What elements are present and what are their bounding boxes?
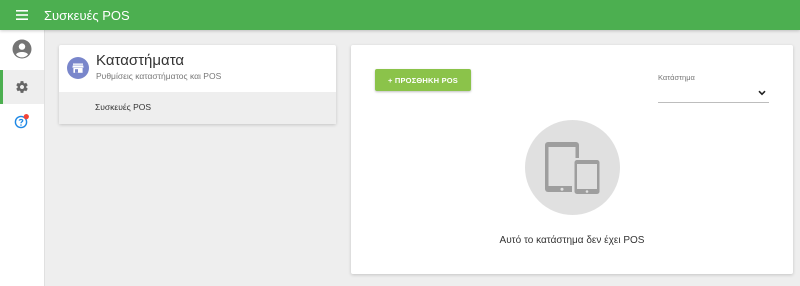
gear-icon (16, 81, 28, 93)
menu-item-pos-devices[interactable]: Συσκευές POS (59, 92, 336, 124)
notification-badge (23, 114, 29, 120)
add-pos-button[interactable]: + ΠΡΟΣΘΗΚΗ POS (375, 69, 471, 91)
help-icon (14, 114, 29, 129)
top-app-bar: Συσκευές POS (0, 0, 800, 30)
menu-icon (16, 10, 28, 20)
rail-item-account[interactable] (0, 32, 44, 66)
rail-item-settings[interactable] (0, 70, 44, 104)
store-avatar (67, 57, 89, 79)
empty-state-illustration (525, 120, 620, 215)
account-circle-icon (12, 39, 32, 59)
page-title: Συσκευές POS (44, 7, 130, 23)
menu-button[interactable] (0, 0, 44, 30)
card-subtitle: Ρυθμίσεις καταστήματος και POS (96, 71, 222, 81)
empty-state-message: Αυτό το κατάστημα δεν έχει POS (499, 235, 645, 246)
nav-rail (0, 30, 45, 286)
devices-icon (544, 141, 601, 196)
store-icon (72, 63, 84, 73)
pos-devices-panel: + ΠΡΟΣΘΗΚΗ POS Κατάστημα Αυτό το κατάστη… (351, 45, 793, 274)
menu-item-label: Συσκευές POS (95, 102, 152, 112)
store-select[interactable] (658, 86, 769, 103)
card-title: Καταστήματα (96, 52, 185, 69)
store-select-label: Κατάστημα (658, 73, 695, 82)
chevron-down-icon (758, 90, 766, 96)
stores-settings-card: Καταστήματα Ρυθμίσεις καταστήματος και P… (59, 45, 336, 124)
rail-item-help[interactable] (0, 104, 44, 138)
card-header: Καταστήματα Ρυθμίσεις καταστήματος και P… (59, 45, 336, 92)
